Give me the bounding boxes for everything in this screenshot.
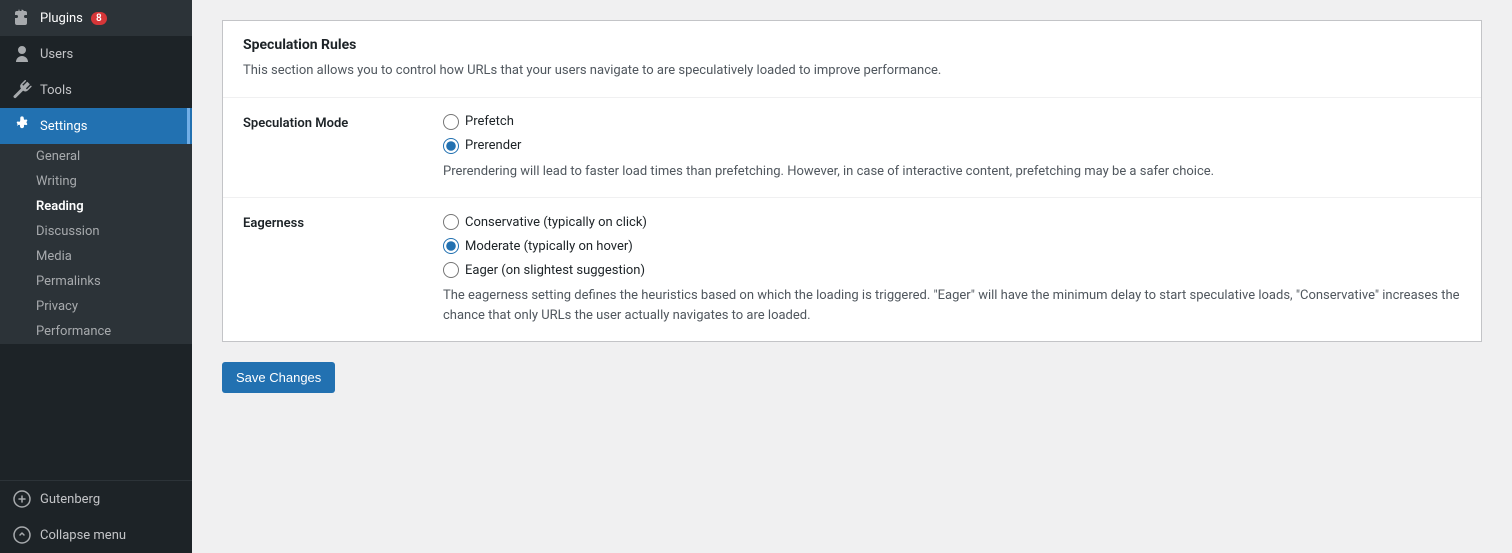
prefetch-label: Prefetch xyxy=(465,114,514,129)
sidebar-item-gutenberg[interactable]: Gutenberg xyxy=(0,481,192,517)
settings-submenu: General Writing Reading Discussion Media… xyxy=(0,144,192,344)
main-content: Speculation Rules This section allows yo… xyxy=(192,0,1512,553)
prerender-label: Prerender xyxy=(465,138,521,153)
moderate-radio[interactable] xyxy=(443,238,459,254)
sidebar: Plugins 8 Users Tools Settings General W… xyxy=(0,0,192,553)
sidebar-item-settings[interactable]: Settings xyxy=(0,108,192,144)
performance-label: Performance xyxy=(36,324,111,339)
eagerness-row: Eagerness Conservative (typically on cli… xyxy=(223,197,1481,341)
speculation-mode-content: Prefetch Prerender Prerendering will lea… xyxy=(443,114,1461,182)
reading-label: Reading xyxy=(36,199,84,214)
sidebar-item-permalinks[interactable]: Permalinks xyxy=(0,269,192,294)
sidebar-item-users-label: Users xyxy=(40,47,73,62)
prefetch-option[interactable]: Prefetch xyxy=(443,114,1461,130)
sidebar-item-writing[interactable]: Writing xyxy=(0,169,192,194)
active-indicator xyxy=(187,108,192,144)
sidebar-item-users[interactable]: Users xyxy=(0,36,192,72)
sidebar-item-tools[interactable]: Tools xyxy=(0,72,192,108)
prefetch-radio[interactable] xyxy=(443,114,459,130)
save-button[interactable]: Save Changes xyxy=(222,362,335,393)
collapse-label: Collapse menu xyxy=(40,528,126,543)
sidebar-item-discussion[interactable]: Discussion xyxy=(0,219,192,244)
eager-label: Eager (on slightest suggestion) xyxy=(465,263,645,278)
privacy-label: Privacy xyxy=(36,299,78,314)
speculation-mode-label: Speculation Mode xyxy=(243,114,423,182)
plugin-icon xyxy=(12,8,32,28)
speculation-mode-hint: Prerendering will lead to faster load ti… xyxy=(443,162,1461,182)
page-description: This section allows you to control how U… xyxy=(223,53,1481,97)
permalinks-label: Permalinks xyxy=(36,274,101,289)
sidebar-bottom: Gutenberg Collapse menu xyxy=(0,480,192,553)
sidebar-item-plugins[interactable]: Plugins 8 xyxy=(0,0,192,36)
tools-icon xyxy=(12,80,32,100)
eagerness-hint: The eagerness setting defines the heuris… xyxy=(443,286,1461,325)
users-icon xyxy=(12,44,32,64)
prerender-radio[interactable] xyxy=(443,138,459,154)
sidebar-item-settings-label: Settings xyxy=(40,119,87,134)
discussion-label: Discussion xyxy=(36,224,100,239)
eagerness-content: Conservative (typically on click) Modera… xyxy=(443,214,1461,325)
conservative-label: Conservative (typically on click) xyxy=(465,215,647,230)
moderate-option[interactable]: Moderate (typically on hover) xyxy=(443,238,1461,254)
eager-option[interactable]: Eager (on slightest suggestion) xyxy=(443,262,1461,278)
sidebar-item-performance[interactable]: Performance xyxy=(0,319,192,344)
gutenberg-label: Gutenberg xyxy=(40,492,100,507)
gutenberg-icon xyxy=(12,489,32,509)
collapse-icon xyxy=(12,525,32,545)
sidebar-item-reading[interactable]: Reading xyxy=(0,194,192,219)
media-label: Media xyxy=(36,249,72,264)
eager-radio[interactable] xyxy=(443,262,459,278)
sidebar-item-plugins-label: Plugins xyxy=(40,11,83,26)
sidebar-item-media[interactable]: Media xyxy=(0,244,192,269)
prerender-option[interactable]: Prerender xyxy=(443,138,1461,154)
settings-icon xyxy=(12,116,32,136)
speculation-section: Speculation Rules This section allows yo… xyxy=(222,20,1482,342)
speculation-mode-row: Speculation Mode Prefetch Prerender Prer… xyxy=(223,97,1481,198)
page-title: Speculation Rules xyxy=(223,21,1481,53)
moderate-label: Moderate (typically on hover) xyxy=(465,239,633,254)
plugins-badge: 8 xyxy=(91,12,107,25)
sidebar-item-privacy[interactable]: Privacy xyxy=(0,294,192,319)
sidebar-item-tools-label: Tools xyxy=(40,83,72,98)
sidebar-item-general[interactable]: General xyxy=(0,144,192,169)
conservative-option[interactable]: Conservative (typically on click) xyxy=(443,214,1461,230)
general-label: General xyxy=(36,149,80,164)
eagerness-label: Eagerness xyxy=(243,214,423,325)
writing-label: Writing xyxy=(36,174,77,189)
sidebar-item-collapse[interactable]: Collapse menu xyxy=(0,517,192,553)
conservative-radio[interactable] xyxy=(443,214,459,230)
